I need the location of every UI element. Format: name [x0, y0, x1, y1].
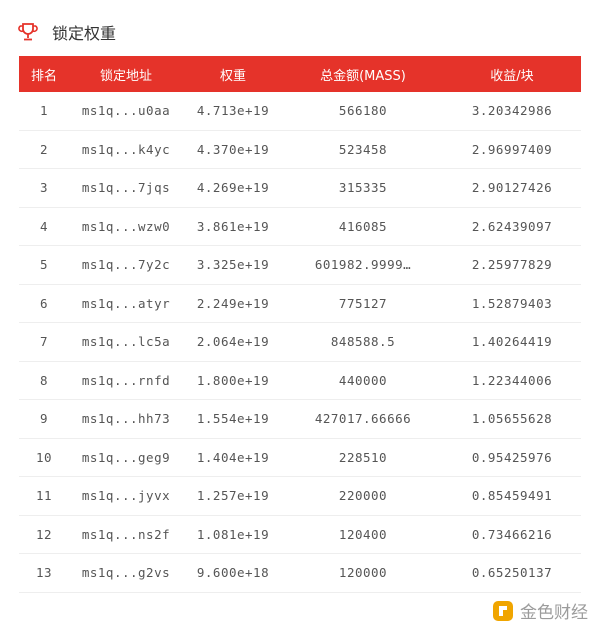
table-row[interactable]: 3 ms1q...7jqs 4.269e+19 315335 2.90127426	[19, 169, 581, 208]
income-cell: 0.95425976	[471, 449, 553, 465]
column-header-income-per-block[interactable]: 收益/块	[443, 65, 581, 84]
address-cell[interactable]: ms1q...ns2f	[69, 527, 183, 542]
table-row[interactable]: 1 ms1q...u0aa 4.713e+19 566180 3.20342986	[19, 92, 581, 131]
table-body: 1 ms1q...u0aa 4.713e+19 566180 3.20342986 2 ms…	[19, 92, 581, 593]
rank-cell: 13	[35, 565, 53, 581]
jinse-logo-icon	[493, 600, 513, 621]
weight-cell: 1.800e+19	[196, 372, 270, 388]
table-header: 排名 锁定地址 权重 总金额(MASS) 收益/块	[19, 56, 581, 92]
page-header: 锁定权重	[18, 18, 116, 46]
weight-cell: 4.269e+19	[196, 180, 270, 196]
column-header-address[interactable]: 锁定地址	[69, 65, 183, 84]
address-cell[interactable]: ms1q...u0aa	[69, 103, 183, 118]
total-amount-cell: 848588.5	[330, 334, 396, 350]
rank-cell: 2	[39, 141, 49, 157]
weight-cell: 3.325e+19	[196, 257, 270, 273]
table-row[interactable]: 7 ms1q...lc5a 2.064e+19 848588.5 1.40264419	[19, 323, 581, 362]
total-amount-cell: 427017.66666	[314, 411, 412, 427]
rank-cell: 3	[39, 180, 49, 196]
income-cell: 0.85459491	[471, 488, 553, 504]
table-row[interactable]: 5 ms1q...7y2c 3.325e+19 601982.9999… 2.25977…	[19, 246, 581, 285]
page-title: 锁定权重	[52, 24, 117, 43]
rank-cell: 5	[39, 257, 49, 273]
rank-cell: 7	[39, 334, 49, 350]
income-cell: 2.90127426	[471, 180, 553, 196]
income-cell: 2.96997409	[471, 141, 553, 157]
income-cell: 1.22344006	[471, 372, 553, 388]
address-cell[interactable]: ms1q...atyr	[69, 296, 183, 311]
trophy-icon	[18, 23, 38, 41]
watermark: 金色财经	[488, 596, 592, 625]
weight-cell: 1.081e+19	[196, 526, 270, 542]
address-cell[interactable]: ms1q...k4yc	[69, 142, 183, 157]
total-amount-cell: 315335	[338, 180, 388, 196]
table-row[interactable]: 8 ms1q...rnfd 1.800e+19 440000 1.22344006	[19, 362, 581, 400]
total-amount-cell: 228510	[338, 449, 388, 465]
weight-cell: 2.064e+19	[196, 334, 270, 350]
address-cell[interactable]: ms1q...g2vs	[69, 565, 183, 580]
income-cell: 0.73466216	[471, 526, 553, 542]
total-amount-cell: 523458	[338, 141, 388, 157]
income-cell: 1.05655628	[471, 411, 553, 427]
table-row[interactable]: 9 ms1q...hh73 1.554e+19 427017.66666 1.05655…	[19, 400, 581, 439]
income-cell: 2.25977829	[471, 257, 553, 273]
rank-cell: 4	[39, 218, 49, 234]
total-amount-cell: 775127	[338, 295, 388, 311]
table-row[interactable]: 13 ms1q...g2vs 9.600e+18 120000 0.65250137	[19, 554, 581, 593]
weight-cell: 4.713e+19	[196, 103, 270, 119]
column-header-weight[interactable]: 权重	[183, 65, 283, 84]
address-cell[interactable]: ms1q...wzw0	[69, 219, 183, 234]
rank-cell: 10	[35, 449, 53, 465]
rank-cell: 9	[39, 411, 49, 427]
address-cell[interactable]: ms1q...hh73	[69, 411, 183, 426]
table-row[interactable]: 10 ms1q...geg9 1.404e+19 228510 0.95425976	[19, 439, 581, 477]
watermark-text: 金色财经	[520, 603, 588, 623]
column-header-rank[interactable]: 排名	[19, 65, 69, 84]
weight-cell: 2.249e+19	[196, 295, 270, 311]
table-row[interactable]: 4 ms1q...wzw0 3.861e+19 416085 2.62439097	[19, 208, 581, 246]
income-cell: 3.20342986	[471, 103, 553, 119]
income-cell: 1.52879403	[471, 295, 553, 311]
table-row[interactable]: 6 ms1q...atyr 2.249e+19 775127 1.52879403	[19, 285, 581, 323]
address-cell[interactable]: ms1q...geg9	[69, 450, 183, 465]
total-amount-cell: 120400	[338, 526, 388, 542]
weight-cell: 1.257e+19	[196, 488, 270, 504]
table-row[interactable]: 12 ms1q...ns2f 1.081e+19 120400 0.73466216	[19, 516, 581, 554]
table-row[interactable]: 2 ms1q...k4yc 4.370e+19 523458 2.96997409	[19, 131, 581, 169]
address-cell[interactable]: ms1q...7y2c	[69, 257, 183, 272]
weight-cell: 4.370e+19	[196, 141, 270, 157]
income-cell: 2.62439097	[471, 218, 553, 234]
address-cell[interactable]: ms1q...jyvx	[69, 488, 183, 503]
total-amount-cell: 220000	[338, 488, 388, 504]
weight-cell: 1.404e+19	[196, 449, 270, 465]
address-cell[interactable]: ms1q...lc5a	[69, 334, 183, 349]
total-amount-cell: 416085	[338, 218, 388, 234]
total-amount-cell: 601982.9999…	[314, 257, 412, 273]
rank-cell: 8	[39, 372, 49, 388]
rank-cell: 1	[39, 103, 49, 119]
income-cell: 0.65250137	[471, 565, 553, 581]
column-header-total-amount[interactable]: 总金额(MASS)	[283, 65, 443, 84]
weight-cell: 3.861e+19	[196, 218, 270, 234]
total-amount-cell: 120000	[338, 565, 388, 581]
address-cell[interactable]: ms1q...rnfd	[69, 373, 183, 388]
rank-cell: 11	[35, 488, 53, 504]
rank-cell: 6	[39, 295, 49, 311]
rank-cell: 12	[35, 526, 53, 542]
lock-weight-table: 排名 锁定地址 权重 总金额(MASS) 收益/块 1 ms1q...u0aa 4.…	[19, 56, 581, 593]
income-cell: 1.40264419	[471, 334, 553, 350]
total-amount-cell: 566180	[338, 103, 388, 119]
weight-cell: 1.554e+19	[196, 411, 270, 427]
total-amount-cell: 440000	[338, 372, 388, 388]
address-cell[interactable]: ms1q...7jqs	[69, 180, 183, 195]
table-row[interactable]: 11 ms1q...jyvx 1.257e+19 220000 0.85459491	[19, 477, 581, 516]
weight-cell: 9.600e+18	[196, 565, 270, 581]
